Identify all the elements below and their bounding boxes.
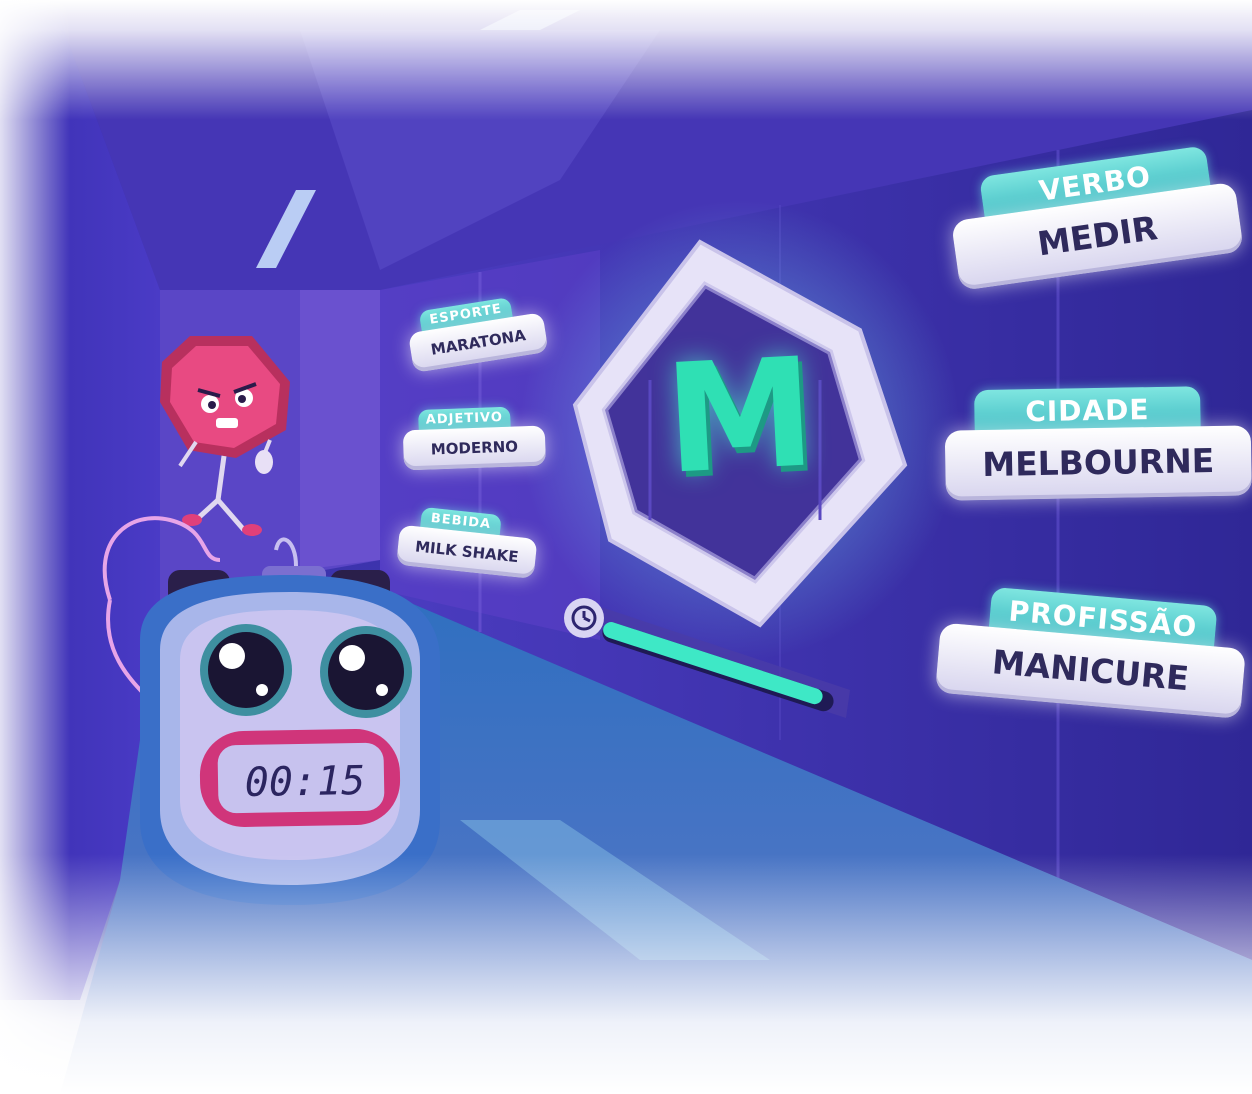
category-answer: MODERNO [402, 425, 547, 471]
bottom-fade [0, 854, 1252, 1094]
letter-hexagon: M [560, 230, 920, 620]
category-answer: MELBOURNE [944, 425, 1252, 501]
top-fade [0, 0, 1252, 120]
game-scene: M 00:15 ESPORTE MARATONA ADJETIVO MODERN… [0, 0, 1252, 1094]
current-letter: M [660, 326, 820, 508]
timer-display: 00:15 [244, 757, 366, 807]
